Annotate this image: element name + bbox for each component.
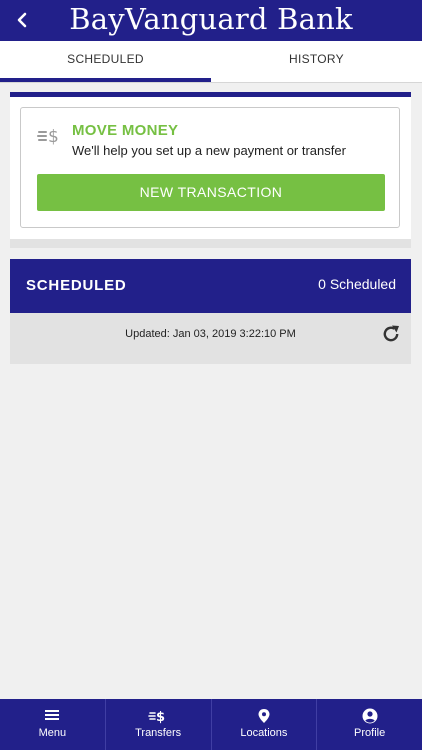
refresh-icon [383,325,399,342]
scheduled-header: SCHEDULED 0 Scheduled [10,259,411,313]
menu-icon [45,710,60,720]
move-money-title: MOVE MONEY [72,122,179,139]
transfer-dollar-icon: $ [148,710,165,724]
move-money-card: $ MOVE MONEY We'll help you set up a new… [20,107,400,228]
tab-scheduled[interactable]: SCHEDULED [0,41,211,82]
svg-text:$: $ [156,710,165,724]
scheduled-title: SCHEDULED [26,277,127,294]
move-money-panel: $ MOVE MONEY We'll help you set up a new… [10,92,411,248]
nav-profile[interactable]: Profile [316,699,422,750]
location-pin-icon [258,709,270,723]
svg-text:$: $ [48,127,59,147]
updated-bar: Updated: Jan 03, 2019 3:22:10 PM [10,313,411,364]
scheduled-count: 0 Scheduled [318,276,396,292]
tab-history[interactable]: HISTORY [211,41,422,82]
nav-menu-label: Menu [38,727,67,739]
move-money-subtitle: We'll help you set up a new payment or t… [72,143,346,158]
tab-bar: SCHEDULED HISTORY [0,41,422,83]
nav-menu[interactable]: Menu [0,699,105,750]
refresh-button[interactable] [381,324,401,349]
profile-icon [362,708,378,724]
bottom-nav: Menu $ Transfers Locations Profile [0,699,422,750]
new-transaction-button[interactable]: NEW TRANSACTION [37,174,385,211]
nav-transfers-label: Transfers [135,727,182,739]
nav-profile-label: Profile [354,727,386,739]
updated-label: Updated: [125,328,173,340]
nav-transfers[interactable]: $ Transfers [104,699,211,750]
transfer-dollar-icon: $ [37,127,59,147]
updated-text: Updated: Jan 03, 2019 3:22:10 PM [10,328,411,340]
divider-strip [10,239,411,248]
top-bar: BayVanguard Bank [0,0,422,41]
app-title: BayVanguard Bank [69,2,353,36]
nav-locations[interactable]: Locations [210,699,317,750]
updated-timestamp: Jan 03, 2019 3:22:10 PM [172,328,296,340]
nav-locations-label: Locations [240,727,288,739]
